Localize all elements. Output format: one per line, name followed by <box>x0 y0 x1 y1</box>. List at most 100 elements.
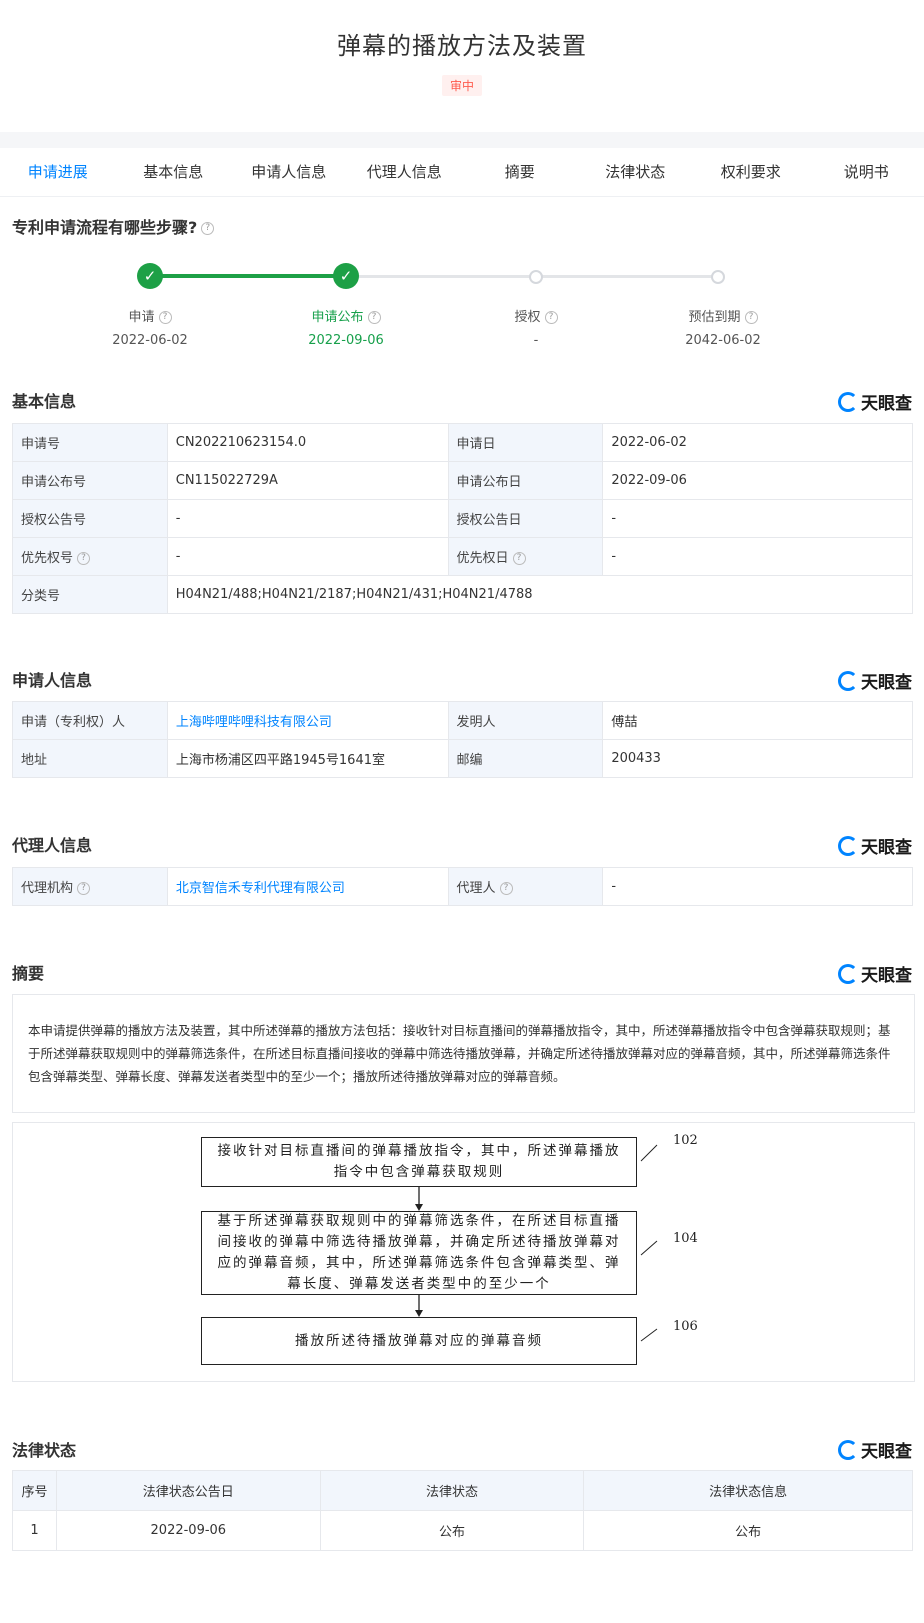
column-header: 法律状态公告日 <box>55 1470 321 1511</box>
table-row: 优先权号? - 优先权日? - <box>12 537 913 576</box>
field-key: 优先权号 <box>21 551 74 566</box>
field-key: 申请公布日 <box>447 461 604 500</box>
table-cell: 2022-09-06 <box>55 1510 321 1551</box>
field-key: 代理机构 <box>21 881 74 896</box>
table-row: 1 2022-09-06 公布 公布 <box>12 1510 913 1551</box>
field-value: 上海市杨浦区四平路1945号1641室 <box>166 739 449 778</box>
field-value: - <box>166 537 449 576</box>
help-icon[interactable]: ? <box>744 311 758 324</box>
step-date: 2022-06-02 <box>112 333 188 348</box>
abstract-text: 本申请提供弹幕的播放方法及装置，其中所述弹幕的播放方法包括：接收针对目标直播间的… <box>12 994 915 1113</box>
tab-agent-info[interactable]: 代理人信息 <box>347 148 463 196</box>
step-label: 申请 <box>128 310 155 325</box>
help-icon[interactable]: ? <box>544 311 558 324</box>
agent-info-table: 代理机构? 北京智信禾专利代理有限公司 代理人? - <box>12 867 913 906</box>
legal-status-title: 法律状态 <box>12 1441 77 1460</box>
field-key: 地址 <box>12 739 168 778</box>
step-apply: 申请? 2022-06-02 <box>80 306 220 348</box>
applicant-info-table: 申请（专利权）人 上海哔哩哔哩科技有限公司 发明人 傅喆 地址 上海市杨浦区四平… <box>12 701 913 778</box>
tianyancha-logo-icon <box>838 963 858 984</box>
tab-basic-info[interactable]: 基本信息 <box>116 148 232 196</box>
field-key: 优先权日 <box>456 551 509 566</box>
tab-description[interactable]: 说明书 <box>809 148 924 196</box>
field-key: 发明人 <box>447 701 604 740</box>
step-grant: 授权? - <box>466 306 606 348</box>
tianyancha-logo[interactable]: 天眼查 <box>838 961 912 986</box>
field-key-cell: 代理人? <box>447 867 604 906</box>
table-header-row: 序号 法律状态公告日 法律状态 法律状态信息 <box>12 1470 913 1511</box>
field-key: 申请公布号 <box>12 461 168 500</box>
table-cell: 公布 <box>583 1510 913 1551</box>
tianyancha-logo[interactable]: 天眼查 <box>838 389 912 414</box>
help-icon[interactable]: ? <box>201 222 215 235</box>
tab-applicant-info[interactable]: 申请人信息 <box>231 148 347 196</box>
tianyancha-logo[interactable]: 天眼查 <box>838 833 912 858</box>
table-cell: 1 <box>12 1510 57 1551</box>
basic-info-title: 基本信息 <box>12 392 77 411</box>
legal-status-table: 序号 法律状态公告日 法律状态 法律状态信息 1 2022-09-06 公布 公… <box>12 1470 913 1551</box>
step-date: 2022-09-06 <box>308 333 384 348</box>
field-key: 分类号 <box>12 575 168 614</box>
applicant-link[interactable]: 上海哔哩哔哩科技有限公司 <box>176 715 332 730</box>
logo-text: 天眼查 <box>861 394 912 414</box>
step-date: 2042-06-02 <box>685 333 761 348</box>
flow-connectors <box>415 1144 658 1342</box>
tab-bar: 申请进展 基本信息 申请人信息 代理人信息 摘要 法律状态 权利要求 说明书 <box>0 148 924 197</box>
tab-abstract[interactable]: 摘要 <box>462 148 578 196</box>
applicant-info-title: 申请人信息 <box>12 671 93 690</box>
table-row: 申请号 CN202210623154.0 申请日 2022-06-02 <box>12 423 913 462</box>
tab-claims[interactable]: 权利要求 <box>693 148 809 196</box>
logo-text: 天眼查 <box>861 1442 912 1462</box>
status-badge: 审中 <box>441 75 482 96</box>
basic-info-table: 申请号 CN202210623154.0 申请日 2022-06-02 申请公布… <box>12 423 914 614</box>
pending-node-icon <box>529 270 543 284</box>
logo-text: 天眼查 <box>861 838 912 858</box>
help-icon[interactable]: ? <box>367 311 381 324</box>
table-row: 代理机构? 北京智信禾专利代理有限公司 代理人? - <box>12 867 913 906</box>
pending-node-icon <box>711 270 725 284</box>
flow-step-number: 102 <box>673 1133 698 1148</box>
table-row: 地址 上海市杨浦区四平路1945号1641室 邮编 200433 <box>12 739 913 778</box>
table-row: 申请公布号 CN115022729A 申请公布日 2022-09-06 <box>12 461 913 500</box>
check-icon: ✓ <box>333 263 359 289</box>
agent-info-title: 代理人信息 <box>12 836 93 855</box>
abstract-title: 摘要 <box>12 964 45 983</box>
tab-progress[interactable]: 申请进展 <box>0 148 116 196</box>
agency-link[interactable]: 北京智信禾专利代理有限公司 <box>176 881 345 896</box>
field-value: CN115022729A <box>166 461 449 500</box>
field-value-cell: 北京智信禾专利代理有限公司 <box>166 867 449 906</box>
table-row: 授权公告号 - 授权公告日 - <box>12 499 913 538</box>
step-label: 申请公布 <box>311 310 364 325</box>
column-header: 法律状态 <box>319 1470 585 1511</box>
help-icon[interactable]: ? <box>77 882 91 895</box>
help-icon[interactable]: ? <box>158 311 172 324</box>
progress-line-done <box>150 274 346 278</box>
help-icon[interactable]: ? <box>499 882 513 895</box>
table-row: 申请（专利权）人 上海哔哩哔哩科技有限公司 发明人 傅喆 <box>12 701 913 740</box>
progress-title-text: 专利申请流程有哪些步骤? <box>12 218 198 237</box>
help-icon[interactable]: ? <box>512 552 526 565</box>
flow-step-number: 106 <box>673 1319 698 1334</box>
field-value: - <box>602 537 913 576</box>
logo-text: 天眼查 <box>861 673 912 693</box>
field-key: 申请日 <box>447 423 604 462</box>
field-key: 邮编 <box>447 739 604 778</box>
field-key: 授权公告号 <box>12 499 168 538</box>
field-value: 2022-06-02 <box>602 423 913 462</box>
field-key: 申请（专利权）人 <box>12 701 168 740</box>
step-date: - <box>533 333 539 348</box>
table-cell: 公布 <box>319 1510 585 1551</box>
field-value: - <box>602 867 913 906</box>
field-key-cell: 代理机构? <box>12 867 168 906</box>
step-expiry: 预估到期? 2042-06-02 <box>653 306 793 348</box>
tianyancha-logo[interactable]: 天眼查 <box>838 668 912 693</box>
tianyancha-logo-icon <box>838 835 858 856</box>
tianyancha-logo[interactable]: 天眼查 <box>838 1437 912 1462</box>
tab-legal-status[interactable]: 法律状态 <box>578 148 694 196</box>
field-key: 授权公告日 <box>447 499 604 538</box>
page-header: 弹幕的播放方法及装置 审中 <box>0 0 924 132</box>
help-icon[interactable]: ? <box>77 552 91 565</box>
field-value: - <box>166 499 449 538</box>
field-value: 200433 <box>602 739 913 778</box>
table-row: 分类号 H04N21/488;H04N21/2187;H04N21/431;H0… <box>12 575 914 614</box>
